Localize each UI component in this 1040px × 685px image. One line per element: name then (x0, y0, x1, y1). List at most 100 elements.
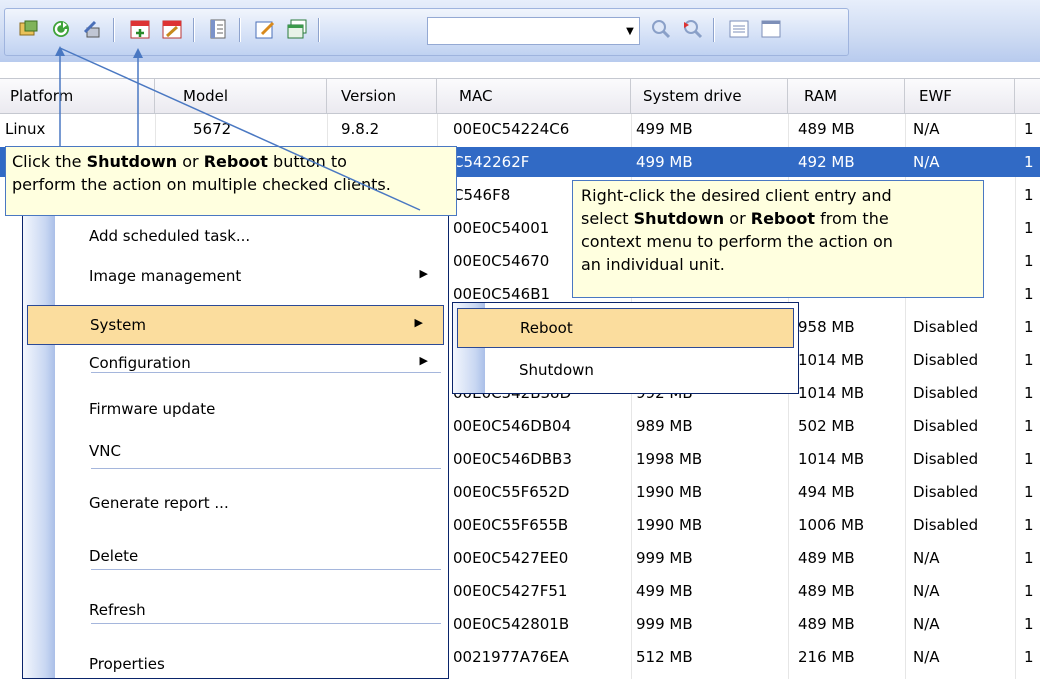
search-next-icon[interactable] (678, 14, 708, 44)
column-header-platform[interactable]: Platform (0, 79, 155, 113)
table-cell-ewf: Disabled (913, 384, 979, 402)
submenu-item-shutdown[interactable]: Shutdown (457, 351, 794, 391)
context-menu-item-vnc[interactable]: VNC (55, 432, 448, 472)
table-cell-extra: 1 (1024, 219, 1034, 237)
context-menu-item-label: System (90, 316, 146, 334)
context-menu-item-label: Refresh (89, 601, 146, 619)
column-header-ewf[interactable]: EWF (905, 79, 1015, 113)
table-cell-drive: 499 MB (636, 582, 693, 600)
table-cell-extra: 1 (1024, 252, 1034, 270)
table-cell-ewf: N/A (913, 615, 940, 633)
callout-bold: Reboot (750, 209, 816, 228)
table-cell-extra: 1 (1024, 351, 1034, 369)
column-header-system-drive[interactable]: System drive (631, 79, 788, 113)
table-cell-ram: 1014 MB (798, 351, 865, 369)
list-view-icon[interactable] (724, 14, 754, 44)
table-cell-mac: 00E0C54224C6 (453, 120, 570, 138)
calendar-add-icon[interactable] (125, 14, 155, 44)
toolbar: ▼ (0, 0, 1040, 62)
table-cell-ewf: N/A (913, 648, 940, 666)
system-submenu: Reboot Shutdown (452, 302, 799, 394)
context-menu-item-label: Properties (89, 655, 165, 673)
window-icon[interactable] (282, 14, 312, 44)
callout-line: Right-click the desired client entry and (581, 186, 892, 205)
context-menu-item-properties[interactable]: Properties (55, 645, 448, 685)
column-header-ram[interactable]: RAM (788, 79, 905, 113)
table-cell-drive: 999 MB (636, 549, 693, 567)
table-cell-mac: 00E0C55F652D (453, 483, 570, 501)
search-icon[interactable] (646, 14, 676, 44)
table-cell-extra: 1 (1024, 582, 1034, 600)
callout-text: select (581, 209, 634, 228)
table-cell-mac: 00E0C55F655B (453, 516, 569, 534)
callout-text: or (177, 152, 204, 171)
chevron-right-icon: ▶ (414, 316, 423, 329)
table-row[interactable]: Linux 5672 9.8.2 00E0C54224C6 499 MB 489 MB N/… (0, 114, 1040, 144)
filter-combo[interactable]: ▼ (427, 17, 640, 45)
table-cell-ram: 489 MB (798, 615, 855, 633)
client-list-icon[interactable] (14, 14, 44, 44)
table-cell-extra: 1 (1024, 615, 1034, 633)
table-cell-drive: 512 MB (636, 648, 693, 666)
context-menu-item-delete[interactable]: Delete (55, 537, 448, 577)
table-cell-ram: 489 MB (798, 549, 855, 567)
refresh-icon[interactable] (46, 14, 76, 44)
table-cell-ewf: Disabled (913, 483, 979, 501)
context-menu-gutter (23, 207, 55, 678)
table-cell-ram: 494 MB (798, 483, 855, 501)
table-cell-ram: 502 MB (798, 417, 855, 435)
table-cell-ram: 1014 MB (798, 450, 865, 468)
table-cell-mac: 00E0C5427F51 (453, 582, 568, 600)
context-menu-item-generate-report[interactable]: Generate report ... (55, 484, 448, 524)
table-cell-ram: 216 MB (798, 648, 855, 666)
table-cell-mac: 00E0C546DBB3 (453, 450, 572, 468)
toolbar-separator (193, 18, 195, 42)
context-menu-item-system[interactable]: System ▶ (27, 305, 444, 345)
chevron-right-icon: ▶ (419, 267, 428, 280)
table-cell-platform: Linux (5, 120, 46, 138)
wrench-icon[interactable] (77, 14, 107, 44)
table-cell-extra: 1 (1024, 417, 1034, 435)
menu-separator (91, 569, 441, 570)
table-cell-version: 9.8.2 (341, 120, 380, 138)
grid-header: Platform Model Version MAC System drive … (0, 78, 1040, 114)
column-header-mac[interactable]: MAC (437, 79, 631, 113)
table-cell-drive: 1998 MB (636, 450, 703, 468)
table-cell-mac: 0021977A76EA (453, 648, 569, 666)
table-cell-ram: 492 MB (798, 153, 855, 171)
table-cell-drive: 989 MB (636, 417, 693, 435)
submenu-item-reboot[interactable]: Reboot (457, 308, 794, 348)
chevron-down-icon[interactable]: ▼ (623, 20, 637, 42)
table-cell-ewf: Disabled (913, 351, 979, 369)
context-menu-item-refresh[interactable]: Refresh (55, 591, 448, 631)
callout-text: Click the (12, 152, 87, 171)
panel-icon[interactable] (756, 14, 786, 44)
table-cell-drive: 999 MB (636, 615, 693, 633)
edit-icon[interactable] (250, 14, 280, 44)
toolbar-separator (318, 18, 320, 42)
table-cell-mac: C542262F (453, 153, 530, 171)
report-icon[interactable] (203, 14, 233, 44)
context-menu-item-firmware-update[interactable]: Firmware update (55, 390, 448, 430)
column-header-model[interactable]: Model (155, 79, 327, 113)
table-cell-ewf: N/A (913, 549, 940, 567)
toolbar-callout: Click the Shutdown or Reboot button to p… (5, 146, 457, 216)
table-cell-ewf: Disabled (913, 450, 979, 468)
table-cell-extra: 1 (1024, 318, 1034, 336)
table-cell-extra: 1 (1024, 285, 1034, 303)
table-cell-extra: 1 (1024, 549, 1034, 567)
table-cell-ewf: Disabled (913, 417, 979, 435)
table-cell-ewf: N/A (913, 582, 940, 600)
calendar-edit-icon[interactable] (157, 14, 187, 44)
chevron-right-icon: ▶ (419, 354, 428, 367)
table-cell-drive: 1990 MB (636, 483, 703, 501)
context-menu-item-image-management[interactable]: Image management ▶ (55, 257, 448, 297)
context-menu-item-configuration[interactable]: Configuration ▶ (55, 344, 448, 384)
callout-text: button to (267, 152, 347, 171)
submenu-item-label: Shutdown (519, 361, 594, 379)
table-cell-extra: 1 (1024, 153, 1034, 171)
column-header-version[interactable]: Version (327, 79, 437, 113)
table-cell-extra: 1 (1024, 384, 1034, 402)
context-menu-item-add-scheduled-task[interactable]: Add scheduled task... (55, 217, 448, 257)
context-menu-item-label: Image management (89, 267, 242, 285)
